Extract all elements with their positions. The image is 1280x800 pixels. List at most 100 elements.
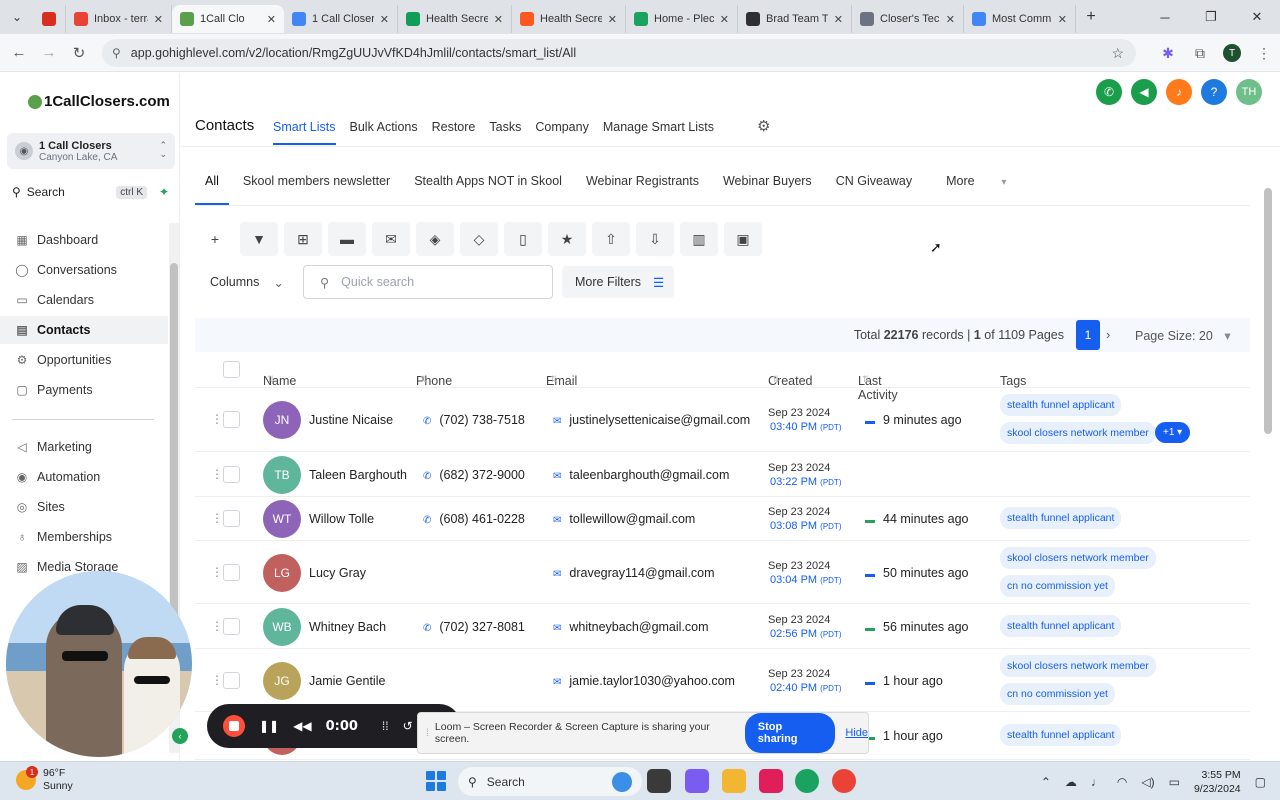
tag-chip[interactable]: skool closers network member — [1000, 654, 1156, 677]
browser-menu-icon[interactable]: ⋮ — [1248, 38, 1280, 68]
contact-email[interactable]: ✉ whitneybach@gmail.com — [553, 620, 709, 634]
sort-arrows-icon[interactable]: ⇅ — [420, 374, 428, 385]
sidebar-item-dashboard[interactable]: ▦ Dashboard — [0, 226, 168, 254]
sort-arrows-icon[interactable]: ⇅ — [550, 374, 558, 385]
main-scroll-thumb[interactable] — [1264, 188, 1272, 434]
stop-recording-button[interactable] — [223, 715, 245, 737]
sidebar-item-sites[interactable]: ◎ Sites — [0, 493, 168, 521]
webcam-bubble[interactable] — [6, 571, 192, 757]
drag-handle-icon[interactable]: ⋮ — [211, 565, 223, 579]
delete-icon[interactable]: ▯ — [504, 222, 542, 256]
page-1-button[interactable]: 1 — [1076, 320, 1100, 350]
weather-widget[interactable]: 1 96°F Sunny — [16, 766, 73, 793]
contact-email[interactable]: ✉ tollewillow@gmail.com — [553, 512, 695, 526]
cloud-icon[interactable]: ☁ — [1065, 775, 1077, 789]
tab-company[interactable]: Company — [535, 115, 589, 145]
contact-name[interactable]: Whitney Bach — [309, 620, 386, 634]
row-checkbox[interactable] — [223, 510, 240, 527]
browser-tab[interactable] — [34, 5, 66, 33]
tag-chip[interactable]: stealth funnel applicant — [1000, 394, 1122, 416]
row-checkbox[interactable] — [223, 617, 240, 635]
workflow-icon[interactable]: ⊞ — [284, 222, 322, 256]
tab-bulk-actions[interactable]: Bulk Actions — [350, 115, 418, 145]
profile-avatar[interactable]: T — [1223, 44, 1241, 62]
tag-chip[interactable]: stealth funnel applicant — [1000, 724, 1122, 746]
columns-button[interactable]: Columns ⌄ — [196, 266, 292, 298]
browser-tab[interactable]: Health Secre ✕ — [398, 5, 512, 33]
taskbar-search[interactable]: ⚲ Search — [458, 767, 642, 796]
contact-email[interactable]: ✉ justinelysettenicaise@gmail.com — [553, 413, 750, 427]
sidebar-item-payments[interactable]: ▢ Payments — [0, 376, 168, 404]
contact-name[interactable]: Justine Nicaise — [309, 413, 393, 427]
row-checkbox[interactable] — [223, 563, 240, 581]
phone-icon[interactable]: ✆ — [1096, 79, 1122, 105]
tab-close-icon[interactable]: ✕ — [494, 13, 503, 26]
logo[interactable]: 1CallClosers.com — [28, 93, 170, 110]
email-icon[interactable]: ✉ — [372, 222, 410, 256]
bookmark-star-icon[interactable]: ☆ — [1111, 45, 1124, 62]
contact-phone[interactable]: ✆ (702) 738-7518 — [423, 413, 525, 427]
smart-list-tab[interactable]: All — [195, 164, 229, 205]
sort-arrows-icon[interactable]: ⇅ — [267, 374, 275, 385]
smart-list-tab[interactable]: Skool members newsletter — [233, 164, 400, 205]
sort-arrows-icon[interactable]: ⇅ — [772, 374, 780, 385]
tab-close-icon[interactable]: ✕ — [380, 13, 389, 26]
battery-icon[interactable]: ▭ — [1169, 775, 1180, 789]
table-row[interactable]: ⋮ TB Taleen Barghouth ✆ (682) 372-9000 ✉ talee… — [195, 452, 1250, 497]
row-checkbox[interactable] — [223, 671, 240, 689]
drag-handle-icon[interactable]: ⋮ — [211, 673, 223, 687]
sidebar-item-conversations[interactable]: ◯ Conversations — [0, 256, 168, 284]
table-row[interactable]: ⋮ WT Willow Tolle ✆ (608) 461-0228 ✉ tollewill… — [195, 497, 1250, 541]
tab-close-icon[interactable]: ✕ — [834, 13, 843, 26]
drag-handle-icon[interactable]: ⁞ — [426, 727, 429, 739]
more-tags-button[interactable]: +1 ▾ — [1155, 422, 1191, 443]
more-filters-button[interactable]: More Filters ☰ — [562, 266, 674, 298]
chevron-up-icon[interactable]: ⌃ — [1041, 775, 1051, 789]
close-window-icon[interactable]: ✕ — [1234, 0, 1280, 34]
quick-action-icon[interactable]: ✦ — [159, 185, 169, 199]
import-icon[interactable]: ⇩ — [636, 222, 674, 256]
drag-handle-icon[interactable]: ⋮ — [211, 619, 223, 633]
settings-gear-icon[interactable]: ⚙ — [757, 117, 770, 135]
row-checkbox[interactable] — [223, 465, 240, 483]
collapse-arrow-icon[interactable]: ‹ — [172, 728, 188, 744]
tab-close-icon[interactable]: ✕ — [608, 13, 617, 26]
sms-icon[interactable]: ▬ — [328, 222, 366, 256]
copilot-icon[interactable] — [685, 769, 709, 793]
page-size-select[interactable]: Page Size: 20 ▾ — [1135, 328, 1231, 343]
restart-icon[interactable]: ↺ — [403, 719, 413, 733]
file-manager-icon[interactable] — [647, 769, 671, 793]
filter-icon[interactable]: ▼ — [240, 222, 278, 256]
tag-chip[interactable]: cn no commission yet — [1000, 574, 1115, 597]
new-tab-button[interactable]: + — [1076, 8, 1106, 26]
stop-sharing-button[interactable]: Stop sharing — [744, 713, 836, 753]
select-all-checkbox[interactable] — [223, 361, 240, 378]
contact-email[interactable]: ✉ jamie.taylor1030@yahoo.com — [553, 674, 735, 688]
remove-tag-icon[interactable]: ◇ — [460, 222, 498, 256]
table-row[interactable]: ⋮ LG Lucy Gray ✉ dravegray114@gmail.com Sep 2… — [195, 541, 1250, 604]
slack-icon[interactable] — [759, 769, 783, 793]
tab-search-icon[interactable]: ⌄ — [0, 0, 34, 34]
table-row[interactable]: ⋮ JG Jamie Gentile ✉ jamie.taylor1030@yahoo.… — [195, 649, 1250, 712]
site-info-icon[interactable]: ⚲ — [112, 46, 121, 60]
smart-list-tab[interactable]: Webinar Buyers — [713, 164, 822, 205]
clock[interactable]: 3:55 PM 9/23/2024 — [1194, 768, 1241, 796]
drawing-grid-icon[interactable]: ⁞⁞ — [382, 719, 389, 733]
help-icon[interactable]: ? — [1201, 79, 1227, 105]
minimize-icon[interactable]: ─ — [1142, 0, 1188, 34]
next-page-icon[interactable]: › — [1106, 327, 1110, 342]
browser-tab[interactable]: Closer's Tec ✕ — [852, 5, 964, 33]
drag-handle-icon[interactable]: ⋮ — [211, 412, 223, 426]
browser-tab[interactable]: Most Comm ✕ — [964, 5, 1076, 33]
address-bar[interactable]: ⚲ app.gohighlevel.com/v2/location/RmgZgU… — [102, 39, 1136, 67]
tag-chip[interactable]: skool closers network member — [1000, 546, 1156, 569]
browser-tab[interactable]: Health Secre ✕ — [512, 5, 626, 33]
drag-handle-icon[interactable]: ⋮ — [211, 511, 223, 525]
contact-phone[interactable]: ✆ (682) 372-9000 — [423, 468, 525, 482]
tab-close-icon[interactable]: ✕ — [1058, 13, 1067, 26]
tag-chip[interactable]: stealth funnel applicant — [1000, 507, 1122, 529]
tab-smart-lists[interactable]: Smart Lists — [273, 115, 336, 145]
megaphone-icon[interactable]: ◀ — [1131, 79, 1157, 105]
contact-phone[interactable]: ✆ (702) 327-8081 — [423, 620, 525, 634]
star-icon[interactable]: ★ — [548, 222, 586, 256]
